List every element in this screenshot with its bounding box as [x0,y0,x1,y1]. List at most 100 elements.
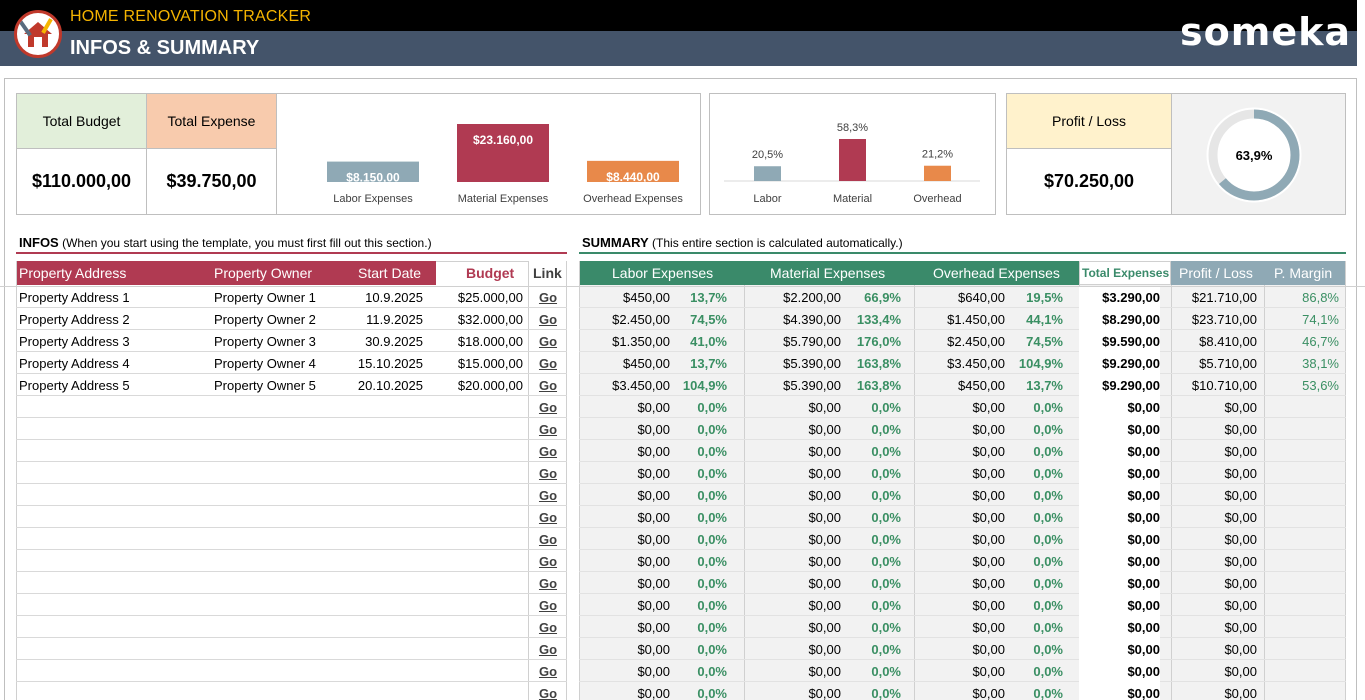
property-owner-cell[interactable] [214,396,354,418]
budget-cell[interactable] [436,594,523,616]
start-date-cell[interactable] [346,572,423,594]
budget-cell[interactable] [436,572,523,594]
go-link[interactable]: Go [529,308,567,330]
property-owner-cell[interactable] [214,484,354,506]
budget-cell[interactable]: $18.000,00 [436,330,523,352]
start-date-cell[interactable] [346,594,423,616]
budget-cell[interactable] [436,682,523,700]
go-link[interactable]: Go [529,528,567,550]
property-owner-cell[interactable] [214,418,354,440]
property-owner-cell[interactable]: Property Owner 3 [214,330,354,352]
start-date-cell[interactable] [346,550,423,572]
property-address-cell[interactable] [19,462,209,484]
start-date-cell[interactable] [346,660,423,682]
go-link[interactable]: Go [529,418,567,440]
property-address-cell[interactable] [19,638,209,660]
start-date-cell[interactable] [346,528,423,550]
overhead-pct-cell: 0,0% [1033,685,1063,700]
property-address-cell[interactable] [19,506,209,528]
go-link[interactable]: Go [529,682,567,700]
property-address-cell[interactable] [19,616,209,638]
property-owner-cell[interactable] [214,572,354,594]
budget-cell[interactable] [436,484,523,506]
go-link[interactable]: Go [529,550,567,572]
property-address-cell[interactable]: Property Address 5 [19,374,209,396]
property-address-cell[interactable]: Property Address 3 [19,330,209,352]
property-address-cell[interactable] [19,440,209,462]
start-date-cell[interactable] [346,396,423,418]
property-owner-cell[interactable] [214,550,354,572]
start-date-cell[interactable]: 15.10.2025 [346,352,423,374]
start-date-cell[interactable]: 30.9.2025 [346,330,423,352]
property-owner-cell[interactable]: Property Owner 2 [214,308,354,330]
property-owner-cell[interactable] [214,638,354,660]
property-owner-cell[interactable]: Property Owner 4 [214,352,354,374]
go-link[interactable]: Go [529,484,567,506]
property-address-cell[interactable] [19,550,209,572]
go-link[interactable]: Go [529,572,567,594]
go-link[interactable]: Go [529,352,567,374]
property-owner-cell[interactable]: Property Owner 5 [214,374,354,396]
property-address-cell[interactable] [19,396,209,418]
budget-cell[interactable]: $32.000,00 [436,308,523,330]
budget-cell[interactable] [436,440,523,462]
property-owner-cell[interactable]: Property Owner 1 [214,286,354,308]
property-owner-cell[interactable] [214,440,354,462]
property-address-cell[interactable]: Property Address 4 [19,352,209,374]
budget-cell[interactable] [436,550,523,572]
property-address-cell[interactable]: Property Address 1 [19,286,209,308]
property-address-cell[interactable] [19,682,209,700]
budget-cell[interactable] [436,660,523,682]
property-owner-cell[interactable] [214,506,354,528]
budget-cell[interactable]: $20.000,00 [436,374,523,396]
start-date-cell[interactable] [346,682,423,700]
property-address-cell[interactable] [19,484,209,506]
budget-cell[interactable] [436,418,523,440]
go-link[interactable]: Go [529,594,567,616]
budget-cell[interactable] [436,528,523,550]
start-date-cell[interactable] [346,440,423,462]
budget-cell[interactable]: $15.000,00 [436,352,523,374]
start-date-cell[interactable]: 10.9.2025 [346,286,423,308]
property-owner-cell[interactable] [214,660,354,682]
property-owner-cell[interactable] [214,528,354,550]
start-date-cell[interactable] [346,462,423,484]
go-link[interactable]: Go [529,660,567,682]
material-pct-cell: 133,4% [856,311,901,327]
property-address-cell[interactable]: Property Address 2 [19,308,209,330]
go-link[interactable]: Go [529,638,567,660]
start-date-cell[interactable] [346,616,423,638]
property-owner-cell[interactable] [214,682,354,700]
property-owner-cell[interactable] [214,594,354,616]
property-address-cell[interactable] [19,528,209,550]
go-link[interactable]: Go [529,374,567,396]
material-expense-cell: $0,00 [808,575,841,591]
budget-cell[interactable] [436,616,523,638]
go-link[interactable]: Go [529,440,567,462]
start-date-cell[interactable] [346,418,423,440]
property-address-cell[interactable] [19,572,209,594]
budget-cell[interactable] [436,506,523,528]
property-address-cell[interactable] [19,660,209,682]
property-owner-cell[interactable] [214,616,354,638]
go-link[interactable]: Go [529,506,567,528]
start-date-cell[interactable] [346,484,423,506]
go-link[interactable]: Go [529,616,567,638]
go-link[interactable]: Go [529,396,567,418]
go-link[interactable]: Go [529,330,567,352]
budget-cell[interactable] [436,638,523,660]
start-date-cell[interactable]: 20.10.2025 [346,374,423,396]
go-link[interactable]: Go [529,286,567,308]
share-category-label-1: Material [833,193,872,205]
brand-logo[interactable]: someka [1180,10,1351,54]
budget-cell[interactable]: $25.000,00 [436,286,523,308]
start-date-cell[interactable] [346,638,423,660]
start-date-cell[interactable]: 11.9.2025 [346,308,423,330]
property-owner-cell[interactable] [214,462,354,484]
property-address-cell[interactable] [19,594,209,616]
budget-cell[interactable] [436,462,523,484]
start-date-cell[interactable] [346,506,423,528]
go-link[interactable]: Go [529,462,567,484]
budget-cell[interactable] [436,396,523,418]
property-address-cell[interactable] [19,418,209,440]
